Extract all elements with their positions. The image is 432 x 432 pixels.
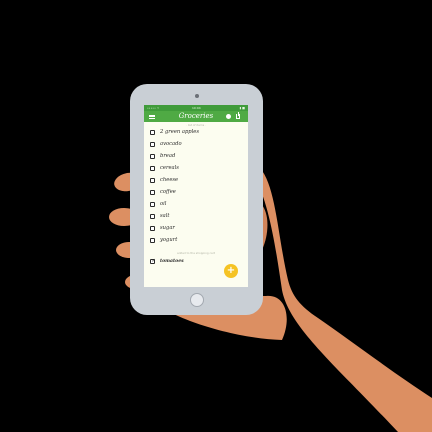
item-checkbox[interactable] — [150, 202, 155, 207]
item-checkbox[interactable] — [150, 238, 155, 243]
profile-icon[interactable] — [226, 114, 231, 119]
item-label: salt — [160, 213, 170, 219]
home-button[interactable] — [190, 293, 204, 307]
list-item[interactable]: avocado — [144, 139, 248, 151]
camera-icon — [195, 94, 199, 98]
item-label: avocado — [160, 141, 182, 147]
item-label: 2 green apples — [160, 129, 200, 135]
list-item[interactable]: 2 green apples — [144, 127, 248, 139]
item-label: oil — [160, 201, 167, 207]
item-checkbox[interactable] — [150, 214, 155, 219]
list-item[interactable]: oil — [144, 199, 248, 211]
item-checkbox[interactable] — [150, 130, 155, 135]
share-icon[interactable] — [236, 112, 240, 119]
page-title: Groceries — [178, 112, 214, 120]
added-to-cart-caption: added to the shopping cart — [176, 251, 216, 255]
item-label: yogurt — [160, 237, 178, 243]
app-bar: Groceries — [144, 111, 248, 122]
scene: ••••• ⌔ 10:04 ▮ ■ Groceries · list of it… — [0, 0, 432, 432]
add-item-button[interactable]: + — [224, 264, 238, 278]
item-checkbox[interactable] — [150, 226, 155, 231]
item-checkbox[interactable] — [150, 154, 155, 159]
menu-icon[interactable] — [149, 114, 155, 119]
list-item[interactable]: cereals — [144, 163, 248, 175]
item-label: cheese — [160, 177, 179, 183]
list-item[interactable]: coffee — [144, 187, 248, 199]
list-item[interactable]: sugar — [144, 223, 248, 235]
item-checkbox[interactable] — [150, 190, 155, 195]
check-icon: ✓ — [151, 257, 156, 264]
item-checkbox[interactable] — [150, 166, 155, 171]
item-label: cereals — [160, 165, 179, 171]
item-label: tomatoes — [160, 259, 184, 264]
list-item[interactable]: cheese — [144, 175, 248, 187]
item-checkbox[interactable] — [150, 142, 155, 147]
list-item[interactable]: yogurt — [144, 235, 248, 247]
list-item[interactable]: salt — [144, 211, 248, 223]
phone-screen: ••••• ⌔ 10:04 ▮ ■ Groceries · list of it… — [144, 105, 248, 287]
list-item[interactable]: bread — [144, 151, 248, 163]
item-checkbox[interactable] — [150, 178, 155, 183]
item-checkbox-checked[interactable]: ✓ — [150, 257, 156, 264]
item-label: sugar — [160, 225, 175, 231]
item-label: coffee — [160, 189, 176, 195]
item-label: bread — [160, 153, 176, 159]
